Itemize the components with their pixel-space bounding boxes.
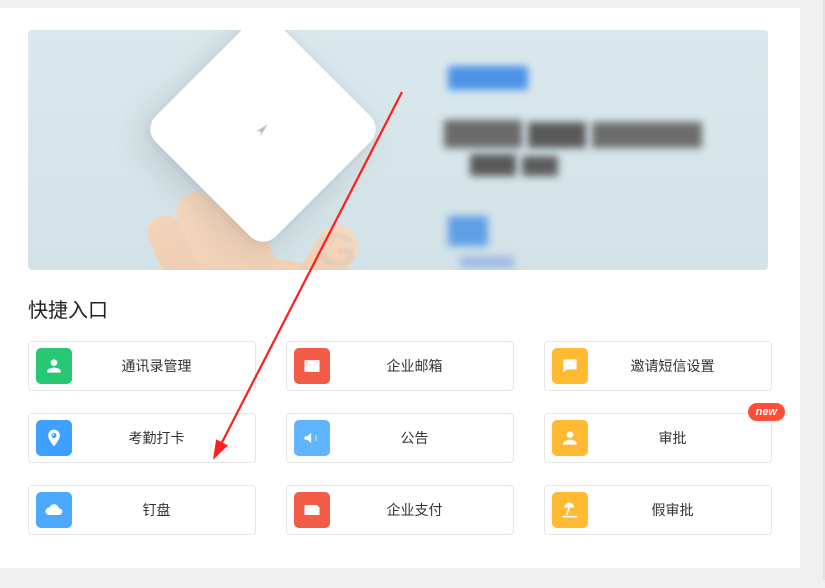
blurred-text bbox=[444, 120, 522, 148]
chat-icon bbox=[552, 348, 588, 384]
section-title: 快捷入口 bbox=[28, 294, 772, 323]
contacts-icon bbox=[36, 348, 72, 384]
entry-label: 考勤打卡 bbox=[72, 428, 241, 448]
entry-label: 公告 bbox=[330, 428, 499, 448]
entry-pay-button[interactable]: 企业支付 bbox=[286, 485, 514, 535]
blurred-text bbox=[592, 122, 702, 148]
entry-announce-button[interactable]: 公告 bbox=[286, 413, 514, 463]
blurred-text bbox=[522, 156, 558, 176]
watermark: G bbox=[316, 223, 359, 270]
vacation-icon bbox=[552, 492, 588, 528]
megaphone-icon bbox=[294, 420, 330, 456]
entry-approval-button[interactable]: 审批 new bbox=[544, 413, 772, 463]
entry-label: 钉盘 bbox=[72, 500, 241, 520]
entry-label: 企业支付 bbox=[330, 500, 499, 520]
hero-banner: G bbox=[28, 30, 768, 270]
entry-label: 邀请短信设置 bbox=[588, 356, 757, 376]
entry-sms-button[interactable]: 邀请短信设置 bbox=[544, 341, 772, 391]
entry-drive-button[interactable]: 钉盘 bbox=[28, 485, 256, 535]
entry-label: 审批 bbox=[588, 428, 757, 448]
entry-attendance-button[interactable]: 考勤打卡 bbox=[28, 413, 256, 463]
entry-email-button[interactable]: 企业邮箱 bbox=[286, 341, 514, 391]
mail-icon bbox=[294, 348, 330, 384]
cloud-icon bbox=[36, 492, 72, 528]
blurred-text bbox=[448, 216, 488, 246]
entry-label: 企业邮箱 bbox=[330, 356, 499, 376]
entry-contacts-button[interactable]: 通讯录管理 bbox=[28, 341, 256, 391]
quick-entries-grid: 通讯录管理 企业邮箱 邀请短信设置 考勤打卡 公告 bbox=[28, 341, 772, 535]
clock-pin-icon bbox=[36, 420, 72, 456]
blurred-text bbox=[448, 66, 528, 90]
blurred-text bbox=[528, 122, 586, 148]
blurred-text bbox=[470, 154, 516, 176]
entry-leave-button[interactable]: 假审批 bbox=[544, 485, 772, 535]
entry-label: 假审批 bbox=[588, 500, 757, 520]
person-icon bbox=[552, 420, 588, 456]
entry-label: 通讯录管理 bbox=[72, 356, 241, 376]
wallet-icon bbox=[294, 492, 330, 528]
new-badge: new bbox=[748, 403, 785, 421]
blurred-text bbox=[460, 256, 514, 268]
